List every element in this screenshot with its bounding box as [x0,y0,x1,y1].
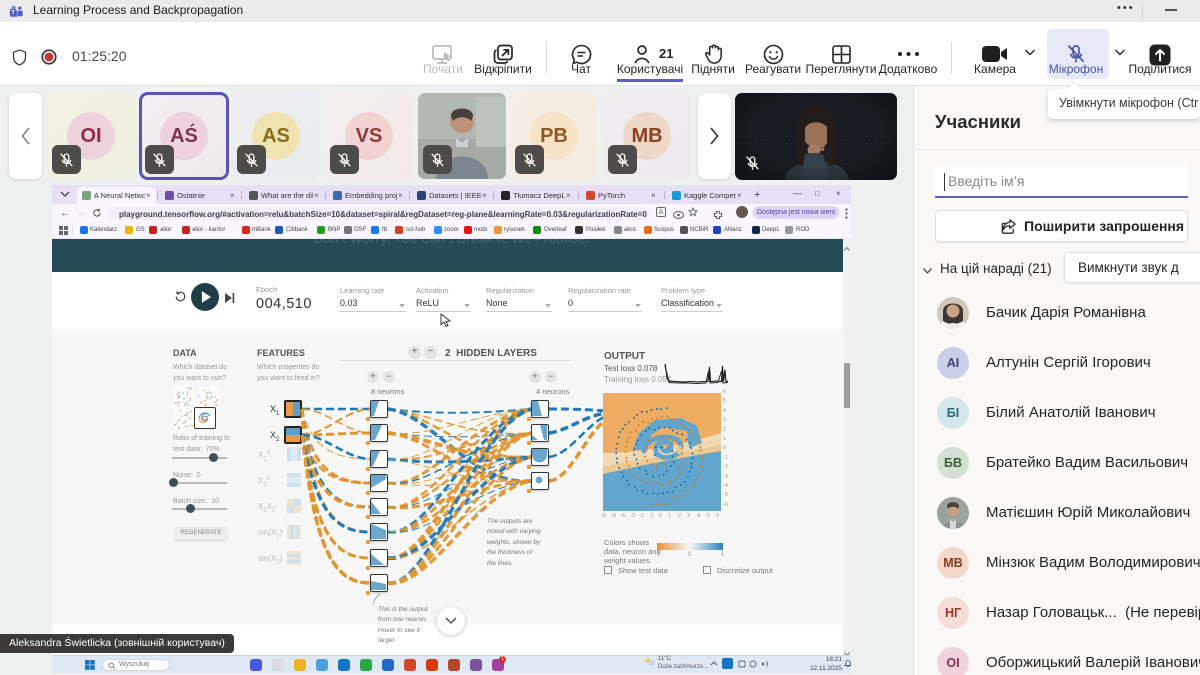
svg-text:T: T [11,9,15,16]
